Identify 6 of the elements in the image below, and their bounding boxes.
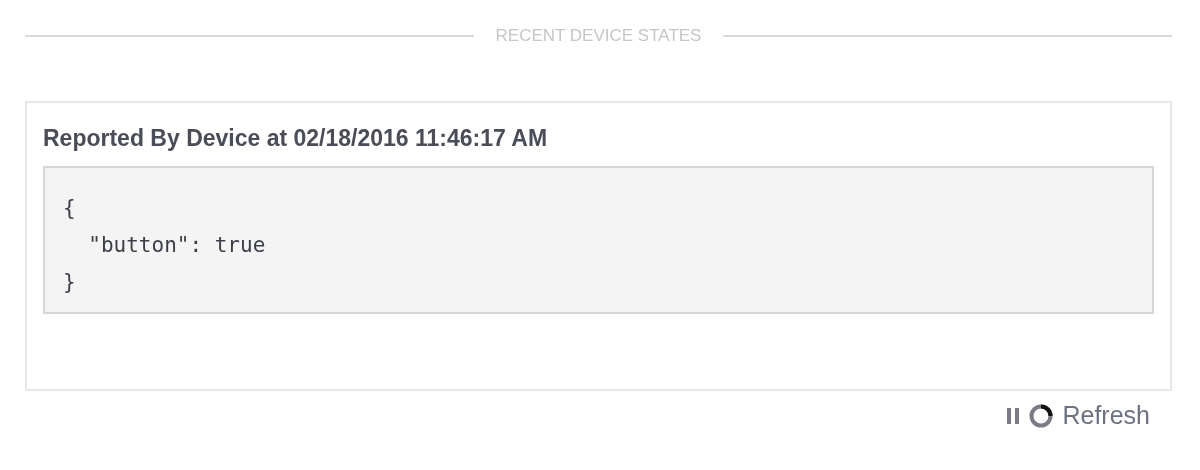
refresh-button[interactable]: Refresh	[1062, 401, 1150, 430]
json-code-block: { "button": true }	[43, 166, 1154, 314]
card-title: Reported By Device at 02/18/2016 11:46:17 AM	[43, 125, 549, 152]
section-heading: RECENT DEVICE STATES	[494, 26, 703, 46]
spinner-icon	[1028, 402, 1055, 429]
pause-icon[interactable]	[1006, 406, 1021, 425]
